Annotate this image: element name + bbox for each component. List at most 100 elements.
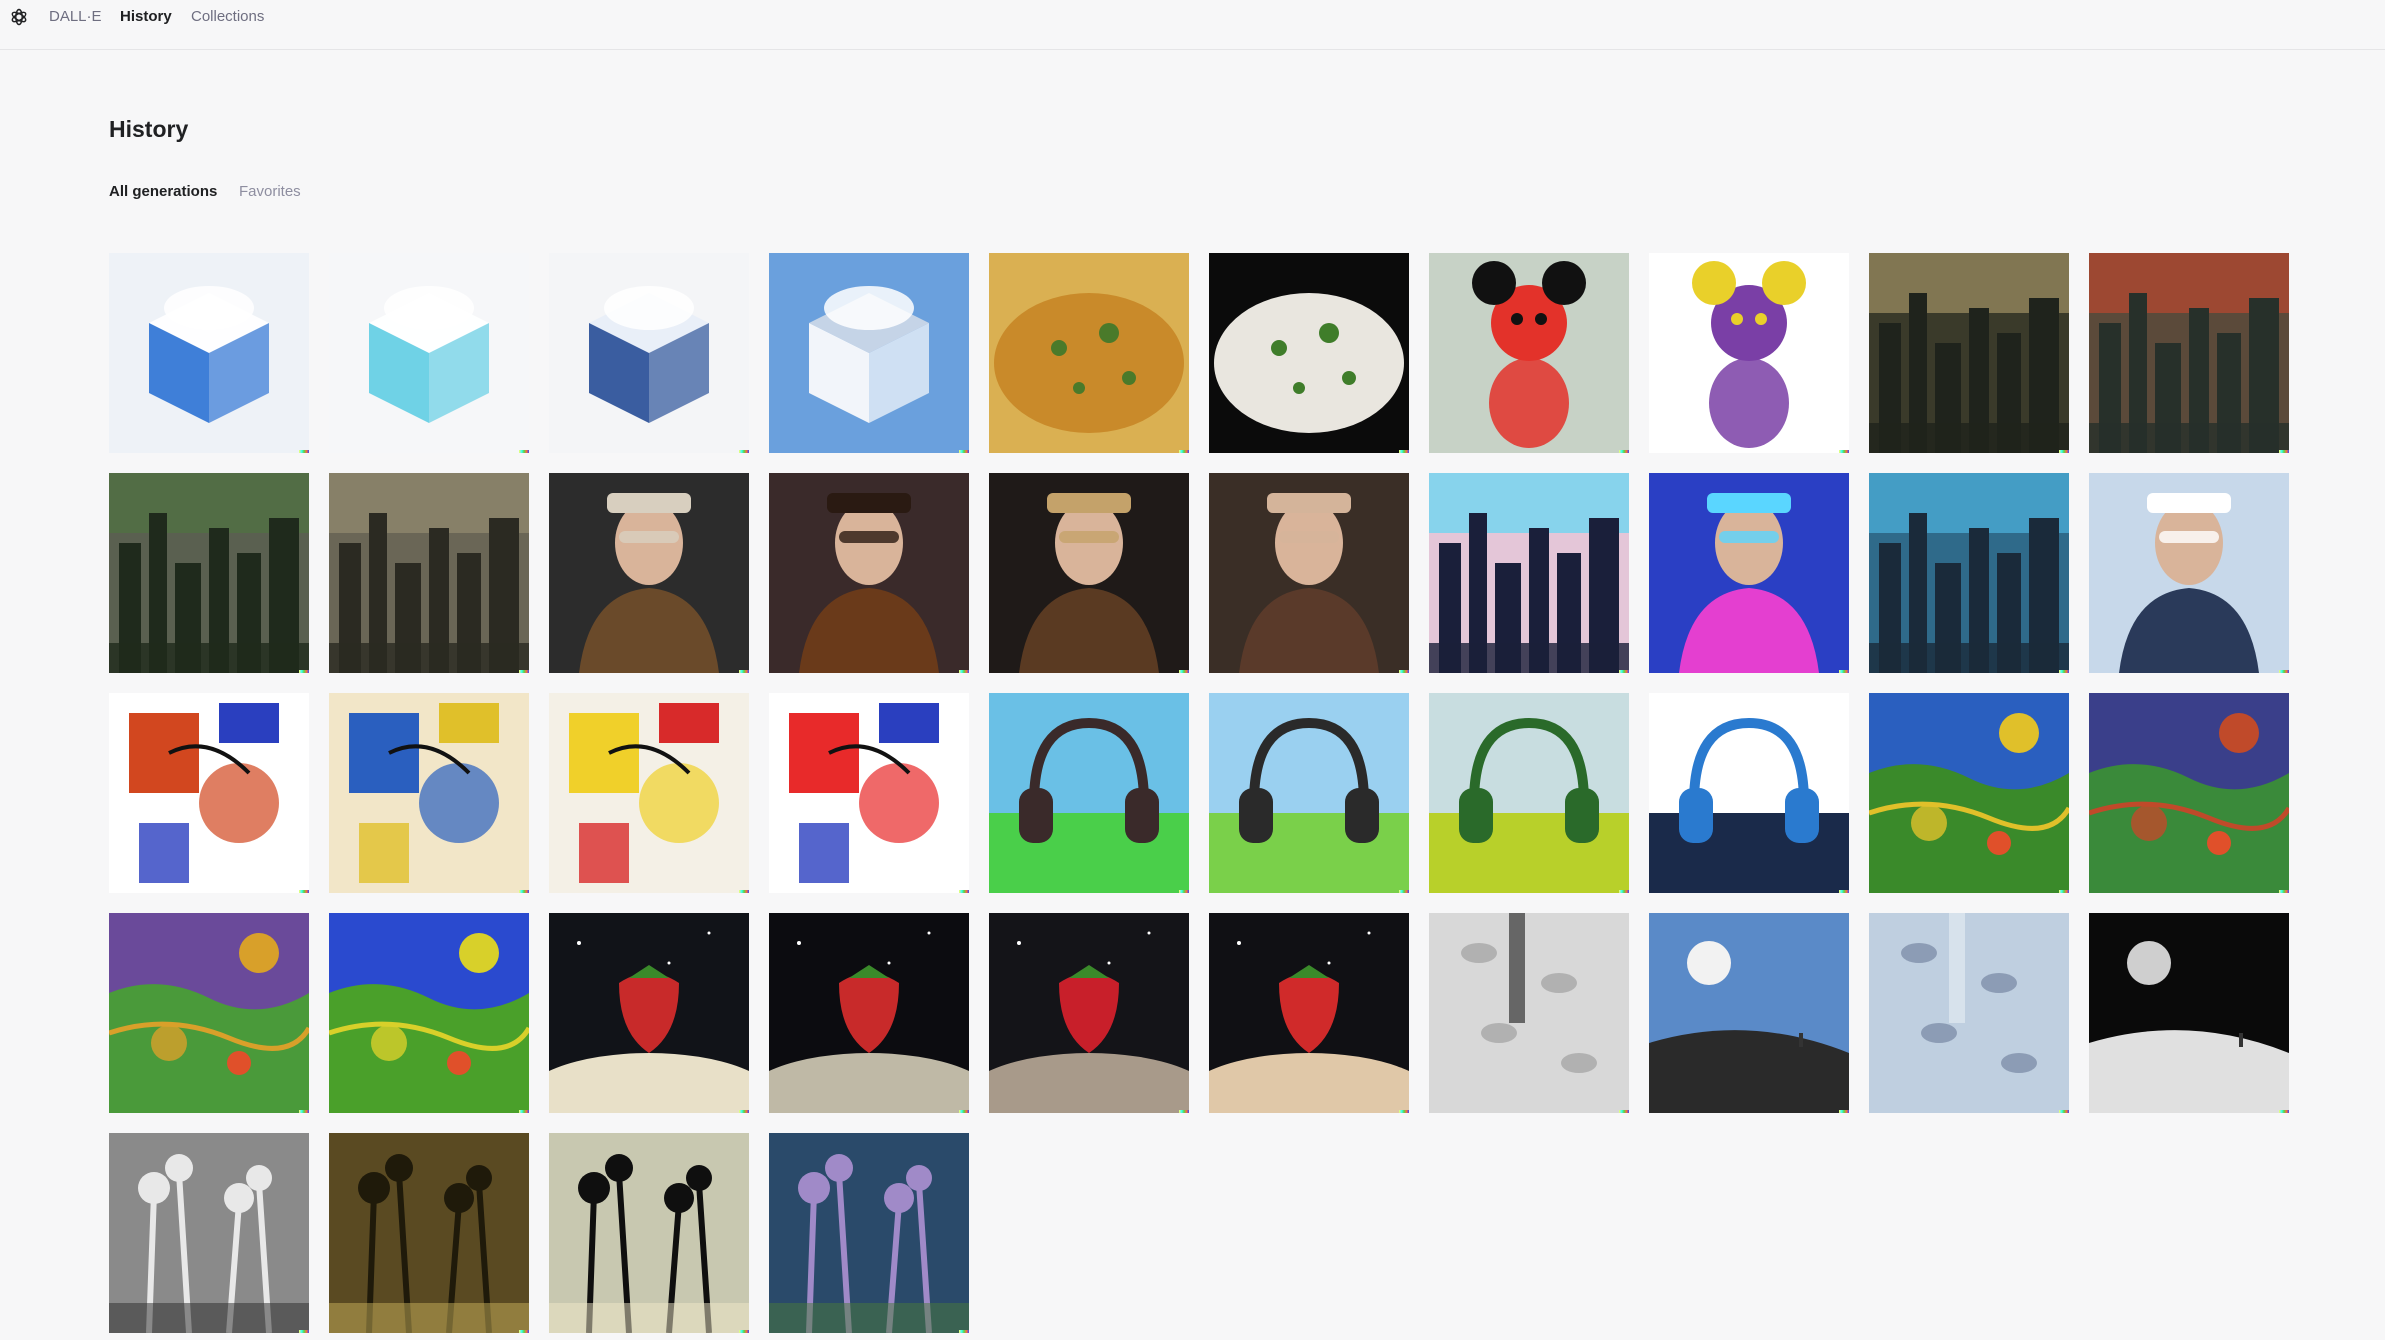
page-title: History	[109, 116, 189, 142]
cyborg-woman-city-image	[2089, 473, 2289, 673]
generation-thumbnail-cube-with-clouds[interactable]	[549, 253, 749, 453]
generation-thumbnail-steampunk-woman-goggles[interactable]	[769, 473, 969, 673]
generation-thumbnail-steampunk-woman-hat[interactable]	[549, 473, 749, 673]
generation-thumbnail-headset-painting[interactable]	[989, 693, 1189, 893]
tab-all-generations[interactable]: All generations	[109, 183, 217, 200]
dalle-signature-mark	[519, 450, 529, 453]
dalle-signature-mark	[2059, 890, 2069, 893]
dalle-signature-mark	[959, 890, 969, 893]
generation-thumbnail-cyberpunk-street-rider[interactable]	[1869, 473, 2069, 673]
generation-thumbnail-dark-ruined-city[interactable]	[329, 473, 529, 673]
generation-thumbnail-moon-walker-footprints[interactable]	[2089, 913, 2289, 1113]
dalle-signature-mark	[1619, 670, 1629, 673]
generation-thumbnail-impressionist-river[interactable]	[329, 913, 529, 1113]
dalle-signature-mark	[739, 1110, 749, 1113]
dalle-signature-mark	[2279, 1110, 2289, 1113]
dalle-signature-mark	[739, 450, 749, 453]
dalle-signature-mark	[519, 1330, 529, 1333]
dalle-signature-mark	[2279, 890, 2289, 893]
generation-thumbnail-impressionist-garden[interactable]	[109, 913, 309, 1113]
dalle-signature-mark	[1619, 890, 1629, 893]
dalle-signature-mark	[1179, 670, 1189, 673]
impressionist-garden-image	[109, 913, 309, 1113]
generation-thumbnail-strawberry-giant-walker[interactable]	[989, 913, 1189, 1113]
dalle-signature-mark	[1179, 1110, 1189, 1113]
generation-thumbnail-cartoon-character-3d[interactable]	[1649, 253, 1849, 453]
strawberry-space-walker-image	[1209, 913, 1409, 1113]
dalle-signature-mark	[1399, 1110, 1409, 1113]
generation-thumbnail-ruined-city-sunset[interactable]	[2089, 253, 2289, 453]
ruined-city-sunset-image	[2089, 253, 2289, 453]
generation-thumbnail-ruined-city-dusk[interactable]	[1869, 253, 2069, 453]
generation-thumbnail-blue-headset-sketch[interactable]	[1649, 693, 1849, 893]
generation-thumbnail-cyborg-woman-city[interactable]	[2089, 473, 2289, 673]
steampunk-woman-tophat-image	[1209, 473, 1409, 673]
generation-thumbnail-strawberry-space-walker[interactable]	[1209, 913, 1409, 1113]
white-cloud-cube-sky-image	[769, 253, 969, 453]
nav-collections-link[interactable]: Collections	[191, 0, 264, 34]
blue-headset-sketch-image	[1649, 693, 1849, 893]
headset-sketch-field-image	[1209, 693, 1409, 893]
generation-thumbnail-cyberpunk-city-neon[interactable]	[1429, 473, 1629, 673]
generation-thumbnail-headset-in-field[interactable]	[1429, 693, 1629, 893]
generation-thumbnail-moon-over-hill-walker[interactable]	[1649, 913, 1849, 1113]
dalle-signature-mark	[299, 890, 309, 893]
black-white-plants-image	[109, 1133, 309, 1333]
dalle-signature-mark	[959, 670, 969, 673]
generation-thumbnail-feet-on-ice[interactable]	[1869, 913, 2069, 1113]
generation-thumbnail-cubist-face-colors[interactable]	[329, 693, 529, 893]
dalle-signature-mark	[299, 1330, 309, 1333]
strawberry-giant-walker-image	[989, 913, 1189, 1113]
nav-dalle-link[interactable]: DALL·E	[49, 0, 102, 34]
nav-history-link[interactable]: History	[120, 0, 172, 34]
generation-thumbnail-headset-sketch-field[interactable]	[1209, 693, 1409, 893]
dalle-signature-mark	[1179, 890, 1189, 893]
tab-favorites[interactable]: Favorites	[239, 183, 301, 200]
generation-thumbnail-white-cloud-cube-sky[interactable]	[769, 253, 969, 453]
generation-thumbnail-footprints-in-snow[interactable]	[1429, 913, 1629, 1113]
generation-thumbnail-thistle-flowers-blue[interactable]	[769, 1133, 969, 1333]
generation-thumbnail-cyberpunk-woman-visor[interactable]	[1649, 473, 1849, 673]
generation-thumbnail-cloud-in-glass-cube[interactable]	[109, 253, 309, 453]
footprints-in-snow-image	[1429, 913, 1629, 1113]
dalle-signature-mark	[1839, 670, 1849, 673]
steampunk-woman-goggles-image	[769, 473, 969, 673]
generation-thumbnail-black-white-plants[interactable]	[109, 1133, 309, 1333]
strawberry-on-moon-image	[769, 913, 969, 1113]
openai-logo-icon[interactable]	[9, 7, 29, 27]
generation-thumbnail-abstract-two-faces[interactable]	[769, 693, 969, 893]
moon-walker-footprints-image	[2089, 913, 2289, 1113]
generation-thumbnail-steampunk-man[interactable]	[989, 473, 1189, 673]
dalle-signature-mark	[959, 1330, 969, 1333]
generation-thumbnail-strawberry-on-moon[interactable]	[769, 913, 969, 1113]
generation-thumbnail-alien-city-plants[interactable]	[109, 473, 309, 673]
van-gogh-field-kids-image	[1869, 693, 2069, 893]
generation-thumbnail-sepia-jungle-scene[interactable]	[329, 1133, 529, 1333]
generation-thumbnail-strawberry-moon-walker[interactable]	[549, 913, 749, 1113]
generation-thumbnail-plant-silhouettes-sky[interactable]	[549, 1133, 749, 1333]
generation-thumbnail-soup-bowl[interactable]	[989, 253, 1189, 453]
generation-thumbnail-steampunk-woman-tophat[interactable]	[1209, 473, 1409, 673]
generation-thumbnail-mouse-face-decoration[interactable]	[1429, 253, 1629, 453]
dalle-signature-mark	[299, 670, 309, 673]
dalle-signature-mark	[1619, 450, 1629, 453]
ruined-city-dusk-image	[1869, 253, 2069, 453]
headset-in-field-image	[1429, 693, 1629, 893]
dish-with-herbs-image	[1209, 253, 1409, 453]
cyberpunk-street-rider-image	[1869, 473, 2069, 673]
generation-thumbnail-abstract-face-line-art[interactable]	[109, 693, 309, 893]
steampunk-woman-hat-image	[549, 473, 749, 673]
dalle-signature-mark	[2279, 670, 2289, 673]
thistle-flowers-blue-image	[769, 1133, 969, 1333]
dalle-signature-mark	[519, 670, 529, 673]
dalle-signature-mark	[2059, 1110, 2069, 1113]
dalle-signature-mark	[519, 890, 529, 893]
cyberpunk-woman-visor-image	[1649, 473, 1849, 673]
generation-thumbnail-abstract-faces-red-yellow[interactable]	[549, 693, 749, 893]
generation-thumbnail-dish-with-herbs[interactable]	[1209, 253, 1409, 453]
abstract-face-line-art-image	[109, 693, 309, 893]
generation-thumbnail-cloud-cube-cyan[interactable]	[329, 253, 529, 453]
generation-thumbnail-van-gogh-night-figure[interactable]	[2089, 693, 2289, 893]
sepia-jungle-scene-image	[329, 1133, 529, 1333]
generation-thumbnail-van-gogh-field-kids[interactable]	[1869, 693, 2069, 893]
